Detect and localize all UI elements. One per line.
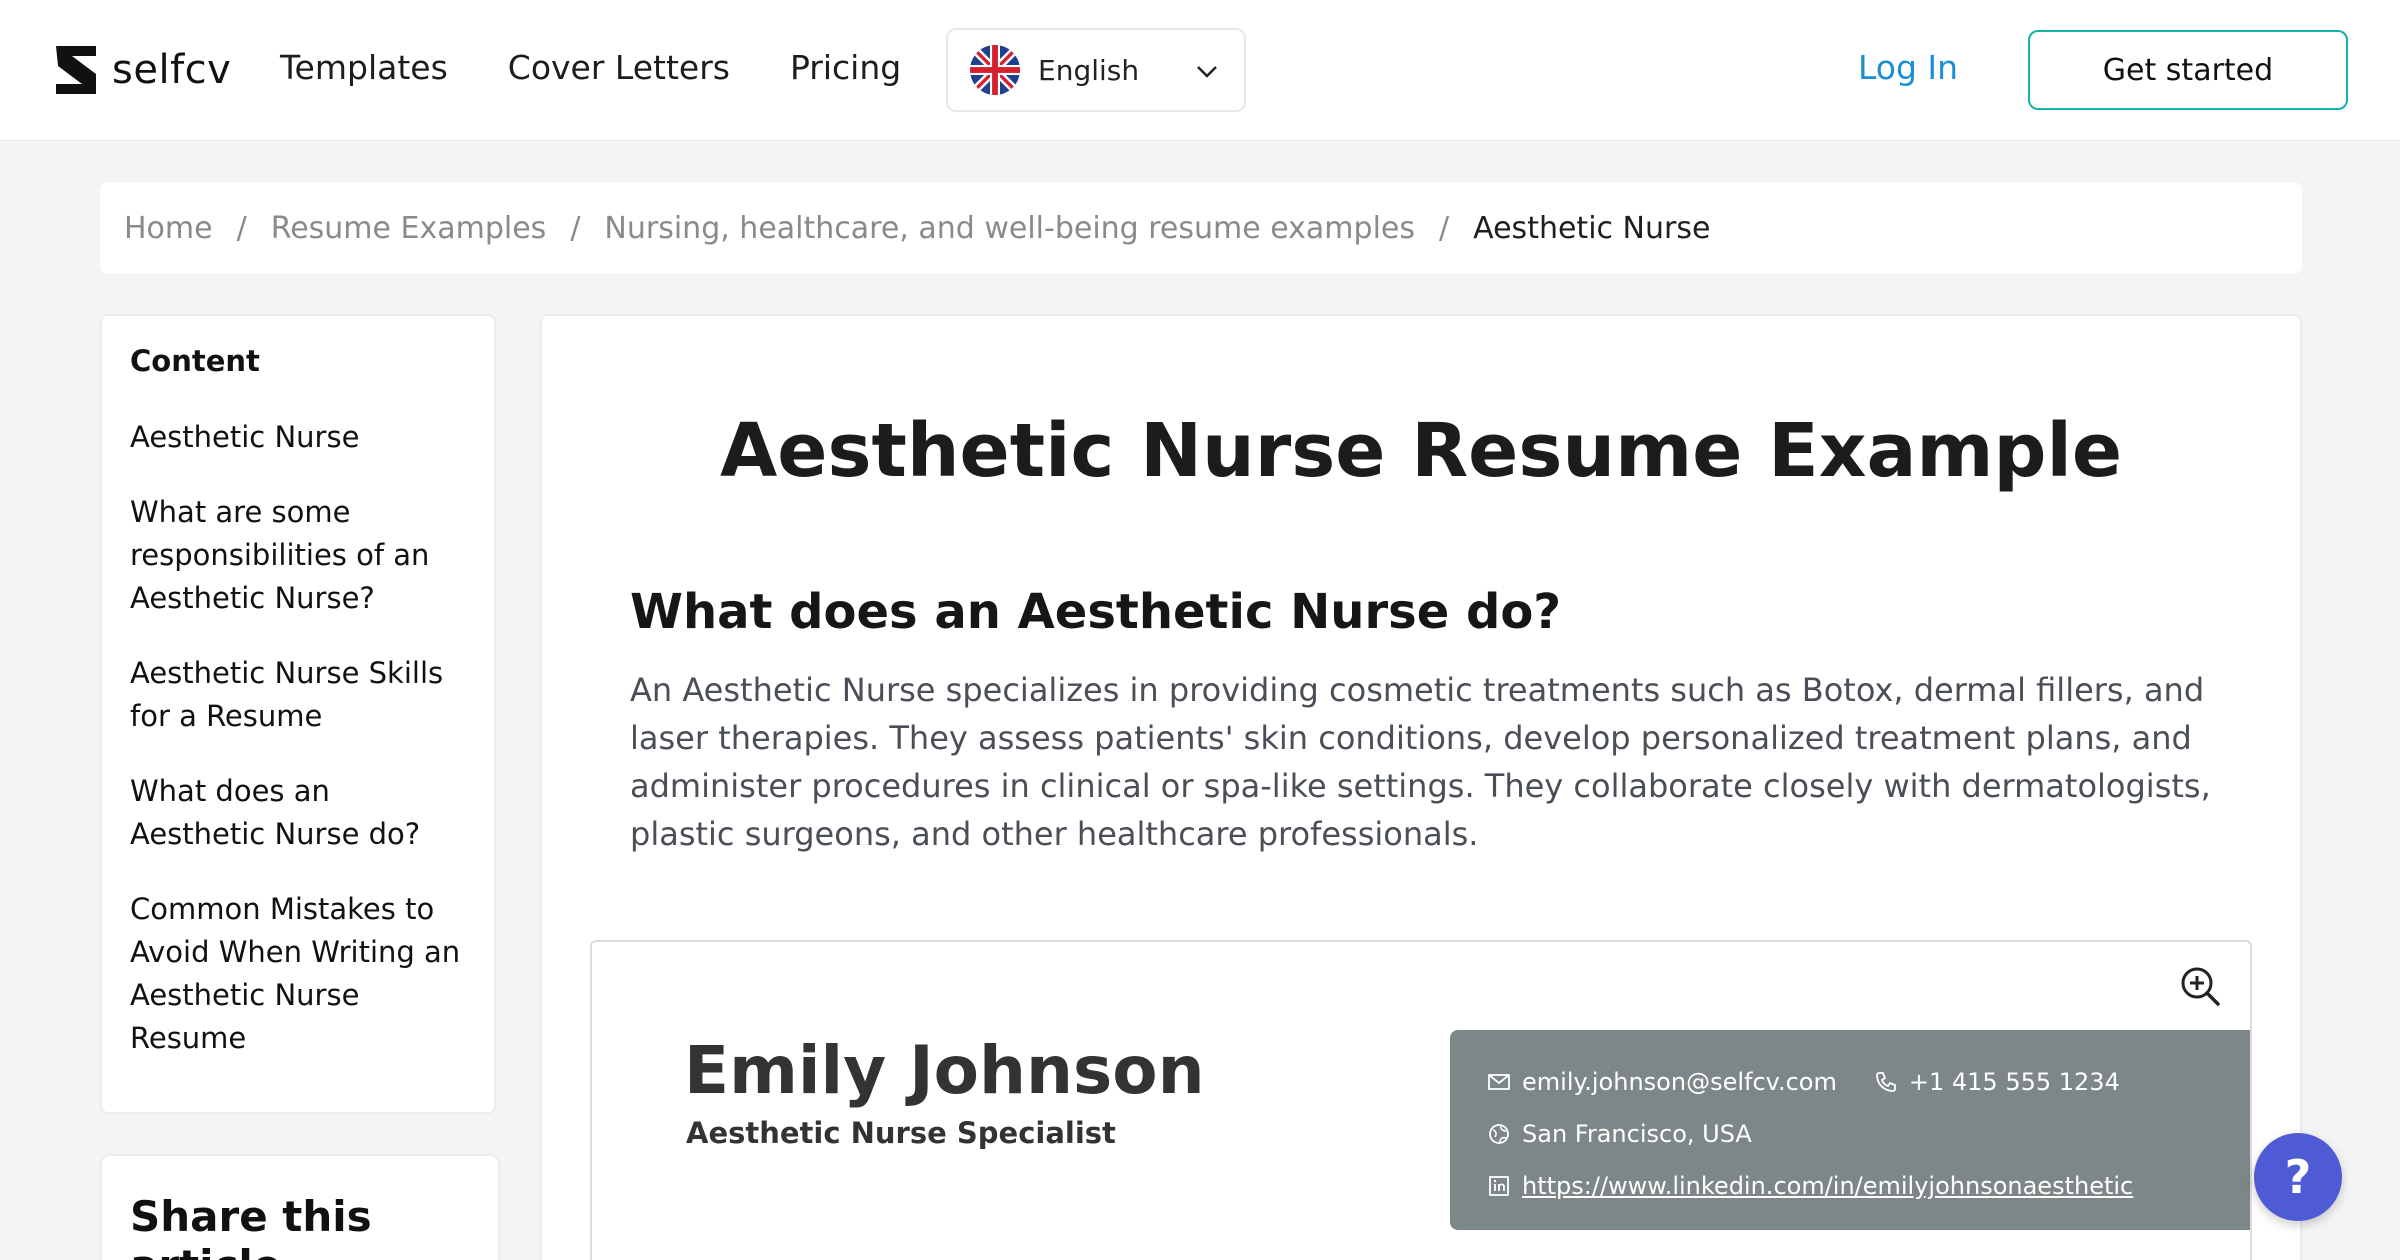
get-started-button[interactable]: Get started	[2028, 30, 2348, 110]
breadcrumb: Home / Resume Examples / Nursing, health…	[100, 182, 2302, 274]
breadcrumb-home[interactable]: Home	[124, 211, 213, 246]
toc-item-what-does[interactable]: What does an Aesthetic Nurse do?	[130, 770, 466, 856]
resume-linkedin-link[interactable]: https://www.linkedin.com/in/emilyjohnson…	[1522, 1172, 2133, 1200]
share-panel: Share this article	[100, 1154, 500, 1260]
breadcrumb-separator: /	[570, 210, 581, 246]
language-select[interactable]: English	[946, 28, 1246, 112]
contact-row: San Francisco, USA	[1486, 1108, 2224, 1160]
linkedin-icon	[1489, 1176, 1509, 1196]
section-body: An Aesthetic Nurse specializes in provid…	[630, 671, 2211, 853]
help-icon: ?	[2284, 1150, 2312, 1204]
uk-flag-icon	[970, 45, 1020, 95]
breadcrumb-separator: /	[236, 210, 247, 246]
phone-icon	[1875, 1072, 1896, 1092]
breadcrumb-current: Aesthetic Nurse	[1473, 210, 1711, 246]
table-of-contents: Content Aesthetic Nurse What are some re…	[100, 314, 496, 1114]
contact-row: emily.johnson@selfcv.com +1 415 555 1234	[1486, 1056, 2224, 1108]
nav-templates[interactable]: Templates	[280, 48, 448, 87]
toc-title: Content	[130, 344, 260, 378]
breadcrumb-resume-examples[interactable]: Resume Examples	[271, 211, 547, 246]
logo[interactable]: selfcv	[52, 42, 231, 98]
resume-location: San Francisco, USA	[1522, 1120, 1752, 1148]
toc-item-responsibilities[interactable]: What are some responsibilities of an Aes…	[130, 491, 466, 620]
breadcrumb-separator: /	[1439, 210, 1450, 246]
chevron-down-icon	[1197, 66, 1217, 78]
resume-preview[interactable]: Emily Johnson Aesthetic Nurse Specialist…	[590, 940, 2252, 1260]
logo-text: selfcv	[112, 47, 232, 93]
contact-row: https://www.linkedin.com/in/emilyjohnson…	[1486, 1160, 2224, 1212]
login-link[interactable]: Log In	[1858, 48, 1958, 87]
resume-name: Emily Johnson	[684, 1032, 1205, 1109]
section-heading: What does an Aesthetic Nurse do?	[630, 584, 1562, 640]
zoom-in-icon[interactable]	[2178, 964, 2222, 1008]
location-icon	[1489, 1124, 1509, 1144]
nav-cover-letters[interactable]: Cover Letters	[508, 48, 730, 87]
main-nav: Templates Cover Letters Pricing	[280, 48, 901, 87]
help-button[interactable]: ?	[2254, 1133, 2342, 1221]
share-title: Share this article	[130, 1192, 372, 1260]
resume-role: Aesthetic Nurse Specialist	[686, 1116, 1116, 1150]
toc-item-skills[interactable]: Aesthetic Nurse Skills for a Resume	[130, 652, 466, 738]
toc-item-aesthetic-nurse[interactable]: Aesthetic Nurse	[130, 416, 466, 459]
page-title: Aesthetic Nurse Resume Example	[719, 408, 2123, 494]
resume-phone: +1 415 555 1234	[1908, 1068, 2120, 1096]
language-label: English	[1038, 53, 1140, 87]
breadcrumb-category[interactable]: Nursing, healthcare, and well-being resu…	[604, 211, 1415, 246]
resume-contact-block: emily.johnson@selfcv.com +1 415 555 1234…	[1450, 1030, 2250, 1230]
toc-item-common-mistakes[interactable]: Common Mistakes to Avoid When Writing an…	[130, 888, 466, 1060]
nav-pricing[interactable]: Pricing	[790, 48, 901, 87]
site-header: selfcv Templates Cover Letters Pricing E…	[0, 0, 2400, 141]
resume-email: emily.johnson@selfcv.com	[1522, 1068, 1837, 1096]
mail-icon	[1488, 1074, 1510, 1090]
logo-icon	[56, 46, 96, 94]
